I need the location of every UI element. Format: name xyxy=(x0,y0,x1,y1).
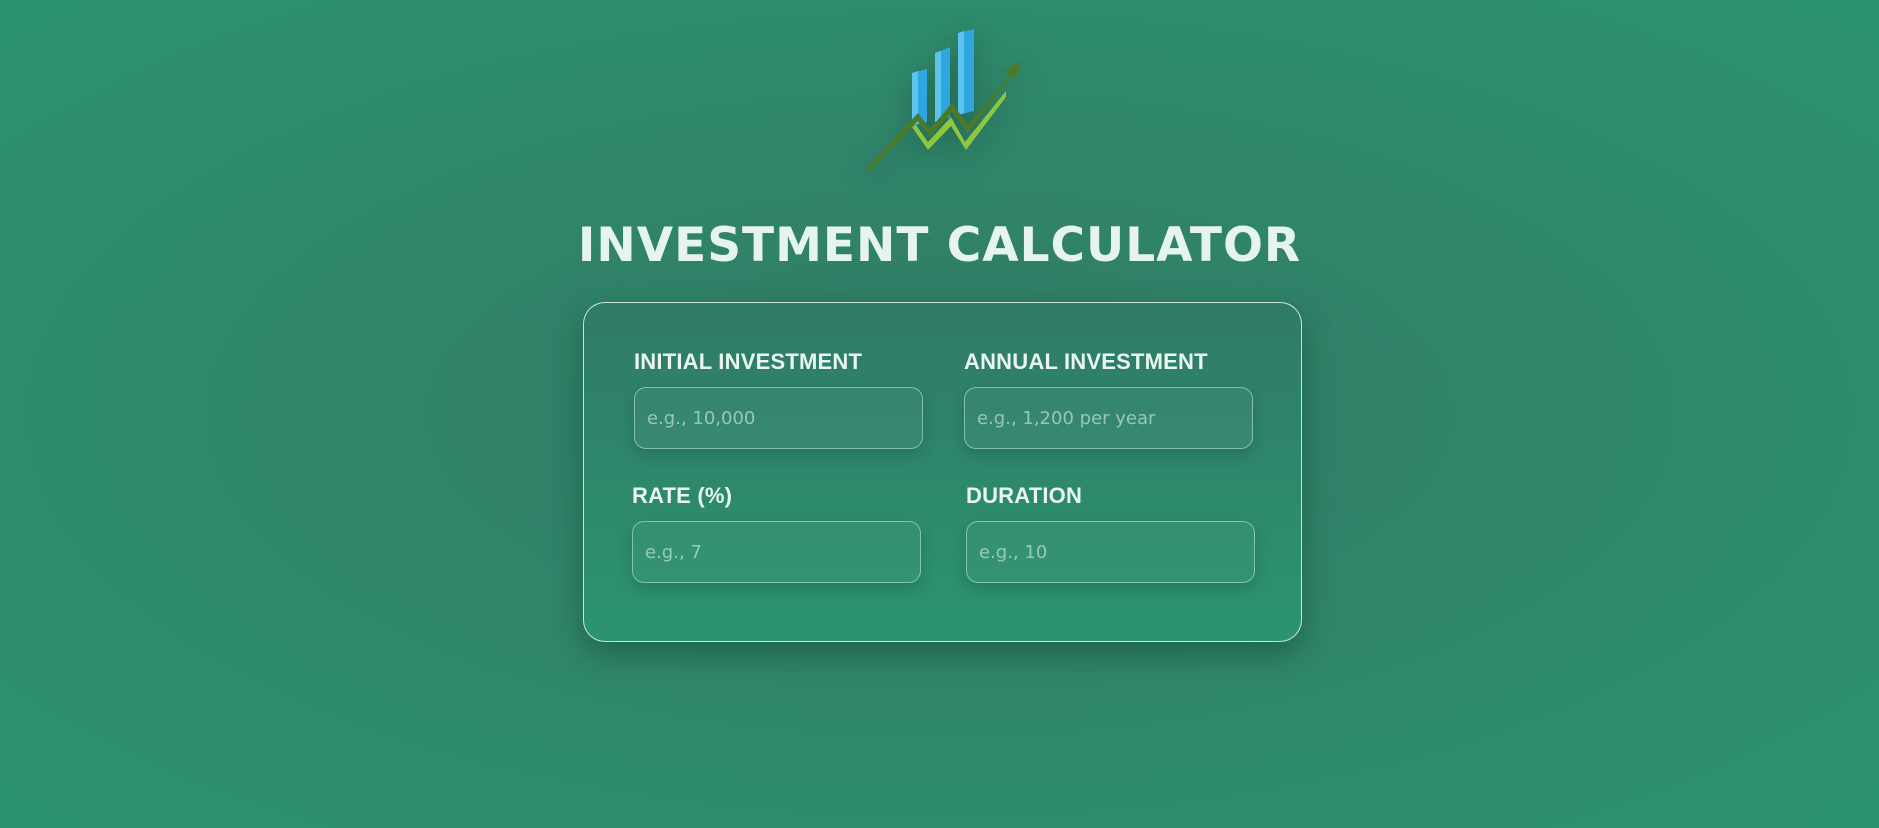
rate-label: RATE (%) xyxy=(632,483,733,508)
annual-investment-input[interactable] xyxy=(964,387,1253,449)
duration-label: DURATION xyxy=(966,483,1083,508)
duration-field: DURATION xyxy=(966,483,1256,583)
calculator-form-card: INITIAL INVESTMENT ANNUAL INVESTMENT RAT… xyxy=(583,302,1302,642)
rate-input[interactable] xyxy=(632,521,921,583)
initial-investment-field: INITIAL INVESTMENT xyxy=(634,349,924,449)
initial-investment-input[interactable] xyxy=(634,387,923,449)
annual-investment-field: ANNUAL INVESTMENT xyxy=(964,349,1254,449)
annual-investment-label: ANNUAL INVESTMENT xyxy=(964,349,1208,374)
page-title: INVESTMENT CALCULATOR xyxy=(577,218,1302,273)
initial-investment-label: INITIAL INVESTMENT xyxy=(634,349,863,374)
growth-chart-logo-icon xyxy=(865,29,1021,171)
duration-input[interactable] xyxy=(966,521,1255,583)
rate-field: RATE (%) xyxy=(632,483,922,583)
